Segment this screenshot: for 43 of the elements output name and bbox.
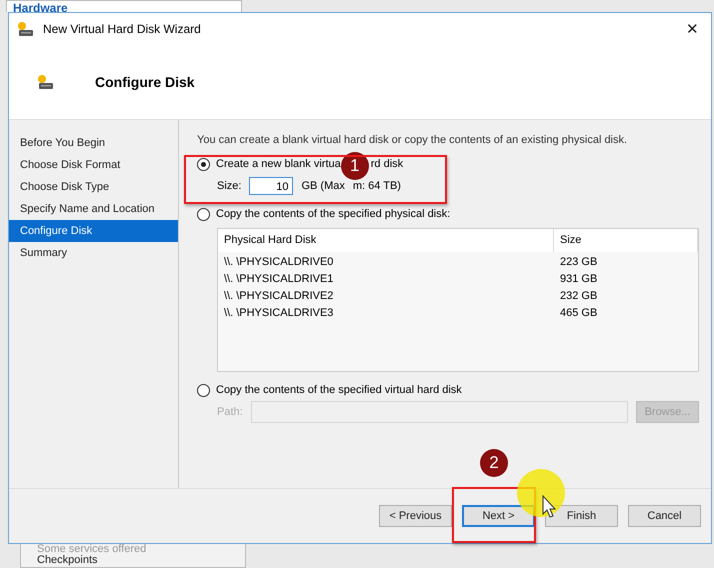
wizard-button[interactable]: Cancel bbox=[628, 505, 701, 527]
table-cell-text: 931 GB bbox=[559, 272, 598, 287]
wizard-button[interactable]: < Previous bbox=[379, 505, 452, 527]
option-label: Copy the contents of the specified virtual hard disk bbox=[216, 384, 462, 396]
wizard-button[interactable]: Finish bbox=[545, 505, 618, 527]
column-header[interactable]: Physical Hard Disk bbox=[218, 229, 554, 252]
page-heading: Configure Disk bbox=[95, 74, 195, 90]
size-unit: GB (Max bbox=[301, 180, 345, 192]
table-cell-text: 232 GB bbox=[559, 289, 598, 304]
radio-button[interactable] bbox=[197, 208, 210, 220]
column-header[interactable]: Size bbox=[554, 229, 698, 252]
intro-text: You can create a blank virtual hard disk or copy the contents of an existing physical disk. bbox=[197, 134, 628, 146]
option-label: Copy the contents of the specified physical disk: bbox=[216, 208, 450, 220]
list-item: Some services offered bbox=[37, 544, 148, 555]
section-heading: Hardware bbox=[13, 3, 68, 12]
close-button[interactable]: ✕ bbox=[686, 20, 703, 38]
table-cell-text: 465 GB bbox=[559, 306, 598, 321]
cursor-highlight-drawing bbox=[516, 468, 566, 518]
table-cell-text: \\. \PHYSICALDRIVE2 bbox=[223, 289, 334, 304]
table-cell-text: \\. \PHYSICALDRIVE3 bbox=[223, 306, 334, 321]
size-label: Size: bbox=[217, 180, 242, 192]
step-badge: 2 bbox=[480, 449, 508, 477]
wizard-button[interactable]: Next > bbox=[462, 505, 535, 527]
list-item: Checkpoints bbox=[37, 555, 99, 566]
radio-button[interactable] bbox=[197, 158, 210, 170]
step-item[interactable]: Specify Name and Location bbox=[9, 198, 178, 220]
table-cell-text: 223 GB bbox=[559, 255, 598, 270]
window-title: New Virtual Hard Disk Wizard bbox=[43, 22, 202, 36]
path-label: Path: bbox=[217, 406, 243, 418]
disk-icon bbox=[17, 20, 35, 36]
step-item[interactable]: Choose Disk Type bbox=[9, 176, 178, 198]
step-item[interactable]: Summary bbox=[9, 242, 178, 264]
size-unit: m: 64 TB) bbox=[352, 180, 401, 192]
option-label: Create a new blank virtua bbox=[216, 158, 341, 170]
disk-icon bbox=[37, 74, 55, 90]
step-item[interactable]: Configure Disk bbox=[9, 220, 178, 242]
step-badge: 1 bbox=[340, 152, 369, 180]
table-cell-text: \\. \PHYSICALDRIVE1 bbox=[223, 272, 334, 287]
step-item[interactable]: Choose Disk Format bbox=[9, 154, 178, 176]
table-cell-text: \\. \PHYSICALDRIVE0 bbox=[223, 255, 334, 270]
size-field[interactable]: 10 bbox=[249, 177, 294, 195]
step-item[interactable]: Before You Begin bbox=[9, 132, 178, 154]
option-label: rd disk bbox=[370, 158, 404, 170]
